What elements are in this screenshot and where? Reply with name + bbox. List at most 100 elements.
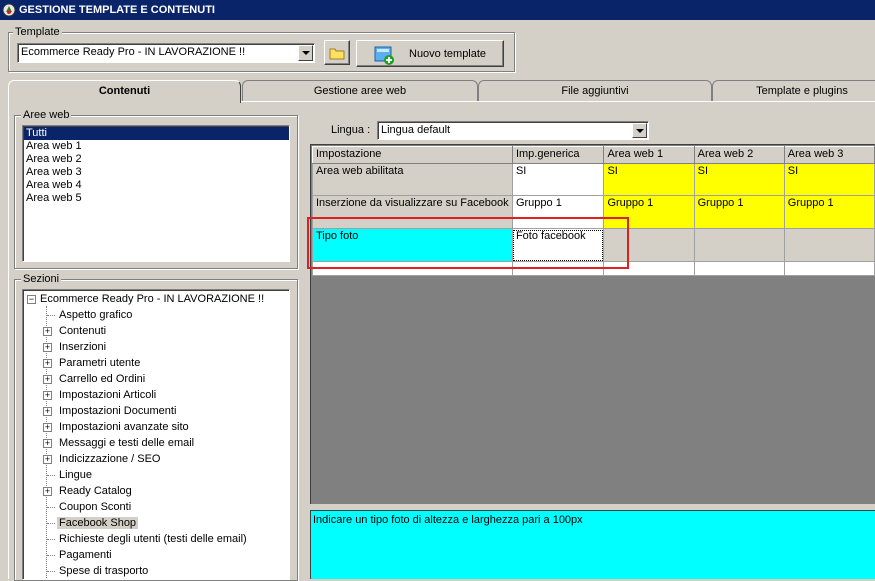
aree-web-item[interactable]: Area web 4 (24, 179, 289, 192)
new-template-label: Nuovo template (409, 48, 487, 60)
tab-gestione-aree-web-label: Gestione aree web (313, 85, 407, 97)
expand-icon[interactable]: + (43, 391, 52, 400)
grid-cell-generic[interactable]: SI (511, 163, 605, 196)
grid-cell-area[interactable]: SI (693, 163, 785, 196)
grid-cell-area[interactable]: SI (603, 163, 695, 196)
tree-item-label: Parametri utente (59, 357, 141, 369)
tree-item-label: Lingue (59, 469, 93, 481)
tree-item[interactable]: + Parametri utente (43, 355, 142, 371)
lingua-select[interactable]: Lingua default (377, 121, 649, 140)
grid-header-cell: Area web 3 (783, 146, 875, 164)
grid-cell-empty[interactable] (693, 261, 785, 276)
tree-branch-line (47, 475, 55, 476)
tree-item[interactable]: + Contenuti (43, 323, 108, 339)
tab-contenuti-label: Contenuti (98, 85, 151, 97)
tree-branch-line (47, 571, 55, 572)
aree-web-item[interactable]: Area web 1 (24, 140, 289, 153)
lingua-label: Lingua : (331, 124, 371, 136)
tab-file-aggiuntivi-label: File aggiuntivi (561, 85, 629, 97)
tree-item-label: Carrello ed Ordini (59, 373, 146, 385)
tree-item-label: Ready Catalog (59, 485, 132, 497)
tree-item-label: Indicizzazione / SEO (59, 453, 161, 465)
tree-item-label: Messaggi e testi delle email (59, 437, 195, 449)
tree-item[interactable]: Richieste degli utenti (testi delle emai… (43, 531, 249, 547)
expand-icon[interactable]: + (43, 455, 52, 464)
app-icon (2, 3, 16, 17)
chevron-down-icon[interactable] (298, 45, 313, 61)
tree-item[interactable]: + Impostazioni Articoli (43, 387, 158, 403)
tree-item[interactable]: + Impostazioni avanzate sito (43, 419, 191, 435)
tree-item-label: Contenuti (59, 325, 107, 337)
expand-icon[interactable]: + (43, 487, 52, 496)
collapse-icon[interactable]: − (27, 295, 36, 304)
highlight-box (307, 217, 629, 269)
template-select-value: Ecommerce Ready Pro - IN LAVORAZIONE !! (21, 46, 246, 58)
grid-header-row: Impostazione Imp.generica Area web 1 Are… (312, 146, 875, 164)
grid-row-label[interactable]: Area web abilitata (312, 163, 513, 196)
tree-item[interactable]: Pagamenti (43, 547, 114, 563)
aree-web-item[interactable]: Area web 3 (24, 166, 289, 179)
sezioni-group-label: Sezioni (21, 273, 62, 285)
window-title: GESTIONE TEMPLATE E CONTENUTI (19, 4, 215, 16)
tab-template-e-plugins[interactable]: Template e plugins (712, 80, 875, 101)
tree-item-label: Aspetto grafico (59, 309, 133, 321)
grid-header-cell: Area web 2 (693, 146, 785, 164)
expand-icon[interactable]: + (43, 375, 52, 384)
tree-item-label: Impostazioni Documenti (59, 405, 177, 417)
expand-icon[interactable]: + (43, 439, 52, 448)
grid-cell-area[interactable]: SI (783, 163, 875, 196)
description-text: Indicare un tipo foto di altezza e largh… (313, 514, 583, 526)
grid-cell-area[interactable]: Gruppo 1 (783, 195, 875, 229)
tree-item[interactable]: + Carrello ed Ordini (43, 371, 147, 387)
tree-branch-line (47, 315, 55, 316)
title-bar: GESTIONE TEMPLATE E CONTENUTI (0, 0, 875, 20)
tree-item[interactable]: + Impostazioni Documenti (43, 403, 178, 419)
chevron-down-icon[interactable] (632, 123, 647, 138)
tree-item-label: Facebook Shop (57, 517, 139, 529)
tab-gestione-aree-web[interactable]: Gestione aree web (242, 80, 478, 101)
expand-icon[interactable]: + (43, 343, 52, 352)
sezioni-tree[interactable]: − Ecommerce Ready Pro - IN LAVORAZIONE !!… (22, 289, 290, 580)
tab-contenuti[interactable]: Contenuti (8, 80, 241, 103)
tree-item[interactable]: + Ready Catalog (43, 483, 134, 499)
new-template-button[interactable]: Nuovo template (356, 40, 504, 67)
tree-item[interactable]: Aspetto grafico (43, 307, 134, 323)
tree-item[interactable]: Spese di trasporto (43, 563, 150, 579)
template-select[interactable]: Ecommerce Ready Pro - IN LAVORAZIONE !! (17, 43, 315, 63)
aree-web-item[interactable]: Area web 5 (24, 192, 289, 205)
folder-icon (329, 48, 345, 60)
tree-item[interactable]: + Messaggi e testi delle email (43, 435, 196, 451)
tree-branch-line (47, 523, 55, 524)
tree-item[interactable]: + Inserzioni (43, 339, 108, 355)
aree-web-list[interactable]: Tutti Area web 1 Area web 2 Area web 3 Area … (22, 125, 290, 262)
tree-item[interactable]: Lingue (43, 467, 94, 483)
grid-cell-empty[interactable] (783, 261, 875, 276)
grid-row: Area web abilitata SI SI SI SI (312, 163, 875, 196)
tree-item-label: Coupon Sconti (59, 501, 132, 513)
tree-item-label: Spese di trasporto (59, 565, 149, 577)
tree-branch-line (47, 507, 55, 508)
template-group-label: Template (13, 26, 62, 38)
tree-item-label: Inserzioni (59, 341, 107, 353)
grid-header-cell: Impostazione (312, 146, 513, 164)
tab-file-aggiuntivi[interactable]: File aggiuntivi (478, 80, 712, 101)
tree-item[interactable]: Coupon Sconti (43, 499, 133, 515)
grid-cell-area[interactable] (693, 228, 785, 262)
expand-icon[interactable]: + (43, 407, 52, 416)
aree-web-group-label: Aree web (21, 109, 72, 121)
grid-header-cell: Area web 1 (603, 146, 695, 164)
aree-web-item[interactable]: Tutti (24, 127, 289, 140)
tree-item[interactable]: Facebook Shop (43, 515, 139, 531)
expand-icon[interactable]: + (43, 359, 52, 368)
grid-cell-area[interactable]: Gruppo 1 (693, 195, 785, 229)
expand-icon[interactable]: + (43, 423, 52, 432)
splitter[interactable] (310, 504, 875, 509)
open-folder-button[interactable] (324, 40, 350, 65)
tree-item[interactable]: + Indicizzazione / SEO (43, 451, 163, 467)
expand-icon[interactable]: + (43, 327, 52, 336)
tab-template-e-plugins-label: Template e plugins (756, 85, 848, 97)
tree-root[interactable]: − Ecommerce Ready Pro - IN LAVORAZIONE !! (27, 291, 264, 307)
aree-web-item[interactable]: Area web 2 (24, 153, 289, 166)
tree-item-label: Impostazioni Articoli (59, 389, 157, 401)
grid-cell-area[interactable] (783, 228, 875, 262)
